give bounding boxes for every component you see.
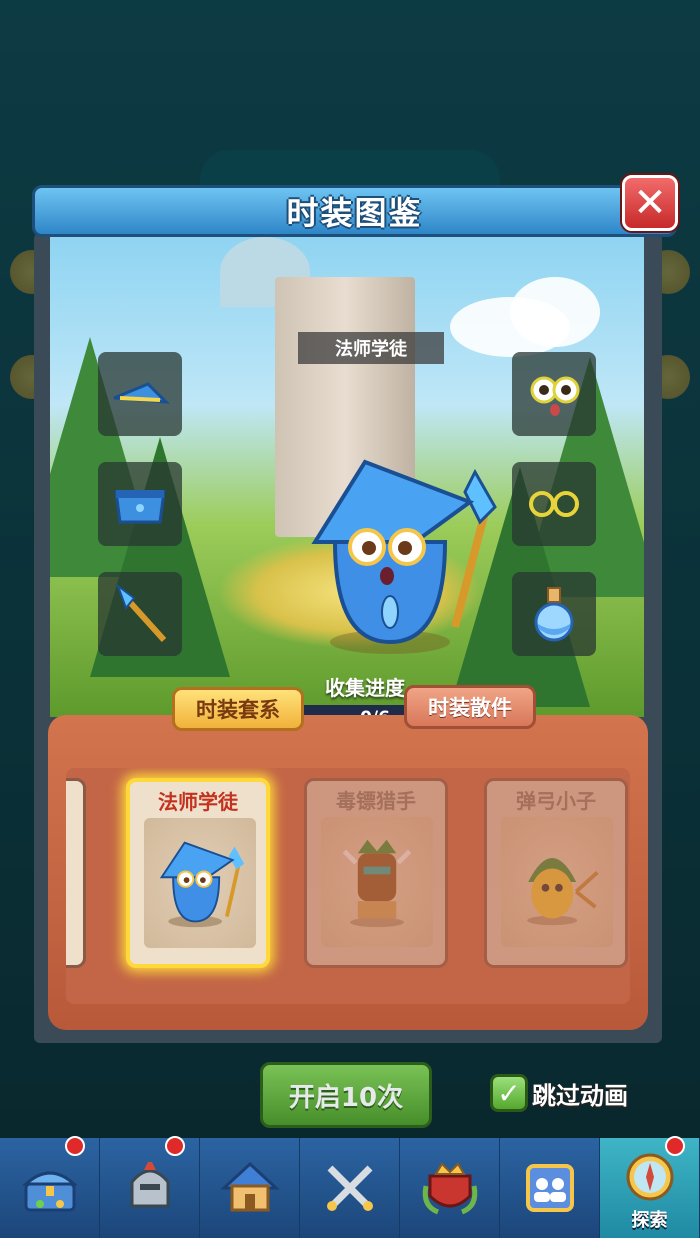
eyes-icon xyxy=(530,376,580,416)
slot-hat[interactable] xyxy=(98,352,182,436)
modal-title-bar: 时装图鉴 xyxy=(32,185,677,237)
nav-item-battle[interactable] xyxy=(300,1138,400,1238)
nav-item-kingdom[interactable] xyxy=(400,1138,500,1238)
nav-item-explore[interactable]: 探索 xyxy=(600,1136,700,1238)
close-icon: ✕ xyxy=(633,180,667,226)
tab-costume-pieces[interactable]: 时装散件 xyxy=(404,685,536,729)
card-name: 法师学徒 xyxy=(158,790,238,814)
nav-item-hero[interactable] xyxy=(100,1136,200,1238)
skirt-icon xyxy=(114,490,166,524)
slot-staff[interactable] xyxy=(98,572,182,656)
notification-badge xyxy=(65,1136,85,1156)
slot-potion[interactable] xyxy=(512,572,596,656)
compass-icon xyxy=(626,1153,673,1201)
card-image xyxy=(144,818,256,948)
guild-icon xyxy=(525,1164,574,1212)
notification-badge xyxy=(165,1136,185,1156)
crown-shield-icon xyxy=(422,1162,477,1215)
card-image xyxy=(321,817,433,947)
costume-card[interactable]: 弹弓小子 xyxy=(484,778,628,968)
treasure-chest-icon xyxy=(21,1171,78,1212)
costume-set-panel: 法师学徒 毒镖猎手 弹弓小子 xyxy=(48,715,648,1030)
card-name: 毒镖猎手 xyxy=(336,789,416,813)
open-10-times-button[interactable]: 开启10次 xyxy=(260,1062,432,1128)
close-button[interactable]: ✕ xyxy=(622,175,678,231)
cloud xyxy=(510,277,600,347)
modal-title: 时装图鉴 xyxy=(286,194,423,232)
crossed-swords-icon xyxy=(326,1165,373,1211)
mage-apprentice-character xyxy=(311,459,497,654)
bottom-nav-bar: 探索 xyxy=(0,1136,700,1238)
nav-item-home[interactable] xyxy=(200,1138,300,1238)
costume-card[interactable]: 毒镖猎手 xyxy=(304,778,448,968)
glasses-icon xyxy=(529,491,579,517)
hat-icon xyxy=(113,382,170,404)
staff-icon xyxy=(115,583,167,643)
costume-catalog-modal: 法师学徒 收集进度 时装图鉴 ✕ 法师学徒 毒镖猎手 弹弓小子 时装套系 时装散… xyxy=(32,175,678,1043)
potion-icon xyxy=(534,587,574,642)
character-scene: 法师学徒 收集进度 xyxy=(50,237,644,717)
slot-eyes[interactable] xyxy=(512,352,596,436)
card-name: 弹弓小子 xyxy=(516,789,596,813)
slot-glasses[interactable] xyxy=(512,462,596,546)
skip-animation-label: 跳过动画 xyxy=(532,1081,628,1110)
house-icon xyxy=(219,1161,280,1212)
tab-costume-sets[interactable]: 时装套系 xyxy=(172,687,304,731)
slot-skirt[interactable] xyxy=(98,462,182,546)
card-image xyxy=(501,817,613,947)
skip-animation-checkbox[interactable]: ✓ xyxy=(490,1074,528,1112)
nav-item-guild[interactable] xyxy=(500,1138,600,1238)
character-name-label: 法师学徒 xyxy=(298,332,444,364)
slingshot-kid-icon xyxy=(527,858,599,926)
nav-label-explore: 探索 xyxy=(631,1210,668,1231)
dart-hunter-icon xyxy=(342,839,412,928)
knight-helmet-icon xyxy=(130,1162,169,1208)
partial-card[interactable] xyxy=(66,778,86,968)
checkmark-icon: ✓ xyxy=(497,1076,521,1110)
skip-animation-toggle[interactable]: ✓ 跳过动画 xyxy=(490,1074,628,1112)
notification-badge xyxy=(665,1136,685,1156)
costume-card-selected[interactable]: 法师学徒 xyxy=(126,778,270,968)
mage-apprentice-icon xyxy=(159,841,245,928)
card-scroll-area[interactable]: 法师学徒 毒镖猎手 弹弓小子 xyxy=(66,768,630,1004)
nav-item-treasure[interactable] xyxy=(0,1136,100,1238)
